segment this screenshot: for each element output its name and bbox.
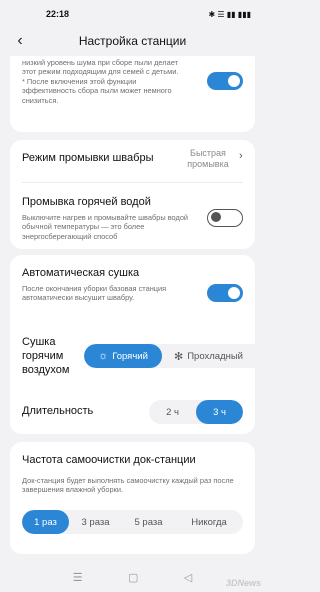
- dust-collection-card: низкий уровень шума при сборе пыли делае…: [10, 56, 255, 132]
- mop-wash-mode-label: Режим промывки швабры: [22, 152, 154, 164]
- toggle-knob: [228, 75, 240, 87]
- self-clean-option-1[interactable]: 1 раз: [22, 510, 69, 534]
- back-nav-icon[interactable]: ◁: [184, 571, 192, 584]
- snowflake-icon: ✻: [173, 350, 184, 363]
- hot-air-dry-selector: ☼ Горячий ✻ Прохладный: [84, 344, 255, 368]
- hot-air-option-label: Прохладный: [187, 350, 243, 362]
- status-bar: 22:18 ✱ ☰ ▮▮ ▮▮▮: [0, 0, 265, 28]
- hot-air-dry-label: Сушка горячим воздухом: [22, 336, 70, 376]
- hot-air-option-hot[interactable]: ☼ Горячий: [84, 344, 162, 368]
- self-clean-option-never[interactable]: Никогда: [175, 510, 243, 534]
- hot-water-wash-description: Выключите нагрев и промывайте швабры вод…: [22, 213, 189, 241]
- home-icon[interactable]: ▢: [128, 571, 138, 584]
- self-clean-label: Частота самоочистки док-станции: [22, 454, 196, 466]
- duration-option-3h[interactable]: 3 ч: [196, 400, 243, 424]
- self-clean-card: Частота самоочистки док-станции Док-стан…: [10, 442, 255, 554]
- hot-water-wash-label: Промывка горячей водой: [22, 196, 151, 208]
- self-clean-option-3[interactable]: 3 раза: [69, 510, 122, 534]
- auto-dry-description: После окончания уборки базовая станция а…: [22, 284, 167, 303]
- back-arrow-icon[interactable]: ‹: [10, 30, 30, 52]
- watermark-logo: 3DNews: [225, 578, 261, 588]
- mop-wash-card: Режим промывки швабры Быстрая промывка ›…: [10, 140, 255, 249]
- self-clean-description: Док-станция будет выполнять самоочистку …: [22, 476, 234, 495]
- toggle-knob: [211, 212, 221, 222]
- toggle-knob: [228, 287, 240, 299]
- hot-air-option-cool[interactable]: ✻ Прохладный: [162, 344, 255, 368]
- drying-card: Автоматическая сушка После окончания убо…: [10, 255, 255, 434]
- auto-dry-label: Автоматическая сушка: [22, 267, 140, 279]
- recent-apps-icon[interactable]: ☰: [73, 571, 83, 584]
- self-clean-selector: 1 раз 3 раза 5 раза Никогда: [22, 510, 243, 534]
- mop-wash-mode-value[interactable]: Быстрая промывка: [180, 148, 236, 170]
- dust-collection-note: низкий уровень шума при сборе пыли делае…: [22, 58, 179, 105]
- auto-dry-toggle[interactable]: [207, 284, 243, 302]
- status-icons: ✱ ☰ ▮▮ ▮▮▮: [208, 10, 251, 19]
- chevron-right-icon[interactable]: ›: [239, 150, 243, 162]
- status-time: 22:18: [46, 9, 70, 19]
- status-indicators: ✱ ☰ ▮▮ ▮▮▮: [208, 9, 251, 19]
- hot-air-option-label: Горячий: [112, 350, 148, 362]
- sun-icon: ☼: [98, 350, 109, 362]
- quiet-dust-toggle[interactable]: [207, 72, 243, 90]
- self-clean-option-5[interactable]: 5 раза: [122, 510, 175, 534]
- duration-selector: 2 ч 3 ч: [149, 400, 243, 424]
- hot-water-wash-toggle[interactable]: [207, 209, 243, 227]
- duration-label: Длительность: [22, 405, 94, 417]
- app-header: ‹ Настройка станции: [0, 28, 265, 54]
- divider: [22, 182, 243, 183]
- duration-option-2h[interactable]: 2 ч: [149, 400, 196, 424]
- page-title: Настройка станции: [78, 34, 187, 48]
